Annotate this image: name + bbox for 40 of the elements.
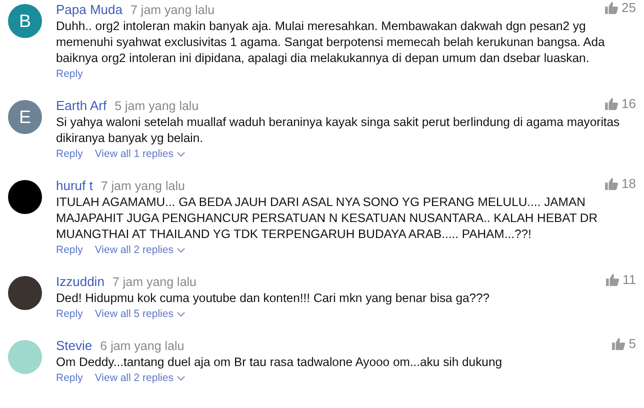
comment-text: ITULAH AGAMAMU... GA BEDA JAUH DARI ASAL NYA SONO YG PERANG MELULU.... JAMAN MAJAPAHIT JUGA PENGHANCUR PERSATUAN N KESATUAN NUSANTARA.. KALAH HEBAT DR MUANGTHAI AT THAILAND YG TDK TERPENGARUH BUDAYA ARAB..... PAHAM...??! [56, 194, 599, 242]
thumbs-up-icon [612, 338, 625, 350]
thumbs-up-icon [604, 178, 618, 190]
view-replies-link[interactable]: View all 2 replies [94, 244, 186, 256]
timestamp: 7 jam yang lalu [100, 178, 185, 192]
timestamp: 7 jam yang lalu [112, 274, 196, 288]
username-link[interactable]: Earth Arf [56, 98, 107, 112]
chevron-down-icon [177, 376, 186, 380]
username-link[interactable]: Izzuddin [56, 274, 104, 288]
like-button[interactable]: 25 [604, 0, 636, 15]
timestamp: 6 jam yang lalu [100, 338, 184, 352]
reply-link[interactable]: Reply [56, 244, 83, 256]
thumbs-up-icon [606, 274, 618, 286]
comment-text: Om Deddy...tantang duel aja om Br tau rasa tadwalone Ayooo om...aku sih dukung [56, 354, 504, 370]
reply-link[interactable]: Reply [56, 372, 83, 384]
comment-text: Ded! Hidupmu kok cuma youtube dan konten!!! Cari mkn yang benar bisa ga??? [56, 290, 491, 306]
avatar: E [8, 100, 42, 134]
reply-link[interactable]: Reply [56, 308, 83, 320]
comment-text: Si yahya waloni setelah muallaf waduh beraninya kayak singa sakit perut berlindung di agama mayoritas dikiranya banyak yg belain. [56, 114, 621, 146]
thumbs-up-icon [604, 98, 618, 110]
reply-link[interactable]: Reply [56, 148, 83, 160]
chevron-down-icon [177, 152, 186, 156]
like-button[interactable]: 11 [606, 272, 636, 287]
timestamp: 7 jam yang lalu [130, 2, 215, 16]
chevron-down-icon [177, 312, 186, 316]
view-replies-link[interactable]: View all 5 replies [94, 308, 186, 320]
timestamp: 5 jam yang lalu [114, 98, 199, 112]
chevron-down-icon [177, 248, 186, 252]
view-replies-link[interactable]: View all 1 replies [94, 148, 186, 160]
comment-text: Duhh.. org2 intoleran makin banyak aja. Mulai meresahkan. Membawakan dakwah dgn pesan2 yg memenuhi syahwat exclusivitas 1 agama. Sangat berpotensi memecah belah kerukunan bangsa. Ada baiknya org2 intoleran ini dipidana, apalagi dia melakukannya di depan umum dan dsebar luaskan. [56, 18, 606, 66]
like-button[interactable]: 18 [604, 176, 636, 191]
username-link[interactable]: Papa Muda [56, 2, 122, 16]
view-replies-link[interactable]: View all 2 replies [94, 372, 186, 384]
avatar: B [8, 4, 42, 38]
thumbs-up-icon [604, 2, 618, 14]
like-button[interactable]: 16 [604, 96, 636, 111]
username-link[interactable]: huruf t [56, 178, 93, 192]
like-button[interactable]: 5 [612, 336, 636, 351]
username-link[interactable]: Stevie [56, 338, 92, 352]
reply-link[interactable]: Reply [56, 68, 83, 80]
